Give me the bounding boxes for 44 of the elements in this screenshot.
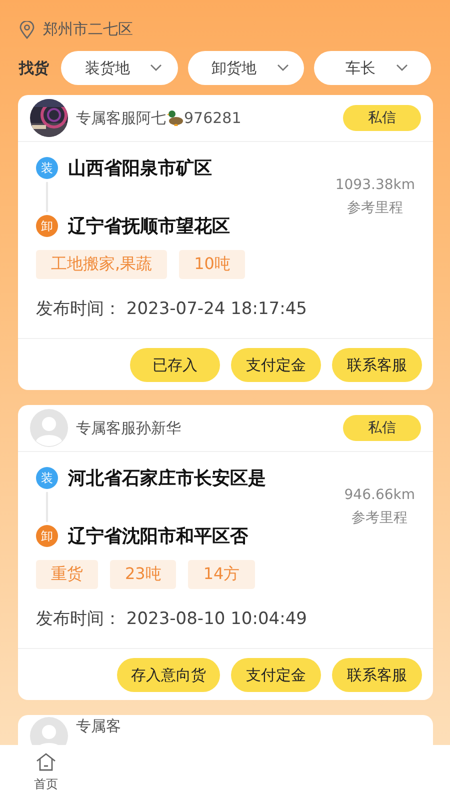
agent-id: 976281 xyxy=(184,109,242,127)
agent-name: 专属客服孙新华 xyxy=(76,418,181,438)
message-button[interactable]: 私信 xyxy=(343,415,421,441)
loading-badge: 装 xyxy=(36,157,58,179)
action-button[interactable]: 联系客服 xyxy=(332,658,422,692)
distance-value: 946.66km xyxy=(344,487,415,503)
filter-dropdown[interactable]: 车长 xyxy=(314,51,432,85)
location-text[interactable]: 郑州市二七区 xyxy=(43,20,133,39)
action-button[interactable]: 联系客服 xyxy=(332,348,422,382)
chevron-down-icon xyxy=(276,64,288,72)
distance-label: 参考里程 xyxy=(352,509,408,527)
loading-address: 河北省石家庄市长安区是 xyxy=(68,467,266,490)
avatar-icon xyxy=(30,409,68,447)
location-pin-icon xyxy=(19,20,35,38)
unloading-badge: 卸 xyxy=(36,525,58,547)
filter-label: 找货 xyxy=(19,58,49,78)
distance-value: 1093.38km xyxy=(335,177,415,193)
publish-time: 发布时间： 2023-07-24 18:17:45 xyxy=(36,298,308,320)
distance-label: 参考里程 xyxy=(347,199,404,217)
filter-dropdown[interactable]: 装货地 xyxy=(61,51,178,85)
unloading-address: 辽宁省沈阳市和平区否 xyxy=(68,525,248,548)
action-button[interactable]: 存入意向货 xyxy=(117,658,220,692)
cargo-tag: 14方 xyxy=(188,560,255,589)
duck-icon xyxy=(166,109,184,127)
home-icon xyxy=(35,752,57,772)
chevron-down-icon xyxy=(150,64,162,72)
agent-name: 专属客 xyxy=(76,717,121,736)
loading-address: 山西省阳泉市矿区 xyxy=(68,157,212,180)
publish-time: 发布时间： 2023-08-10 10:04:49 xyxy=(36,608,308,630)
nav-tab[interactable]: 首页 xyxy=(28,751,64,794)
unloading-address: 辽宁省抚顺市望花区 xyxy=(68,215,230,238)
filter-dropdown[interactable]: 卸货地 xyxy=(188,51,304,85)
unloading-badge: 卸 xyxy=(36,215,58,237)
loading-badge: 装 xyxy=(36,467,58,489)
action-button[interactable]: 支付定金 xyxy=(231,348,321,382)
agent-name: 专属客服阿七 xyxy=(76,108,166,128)
cargo-tag: 工地搬家,果蔬 xyxy=(36,250,168,279)
cargo-tag: 重货 xyxy=(36,560,98,589)
message-button[interactable]: 私信 xyxy=(343,105,421,131)
action-button[interactable]: 已存入 xyxy=(130,348,220,382)
action-button[interactable]: 支付定金 xyxy=(231,658,321,692)
cargo-tag: 10吨 xyxy=(179,250,246,279)
chevron-down-icon xyxy=(396,64,408,72)
cargo-tag: 23吨 xyxy=(110,560,176,589)
